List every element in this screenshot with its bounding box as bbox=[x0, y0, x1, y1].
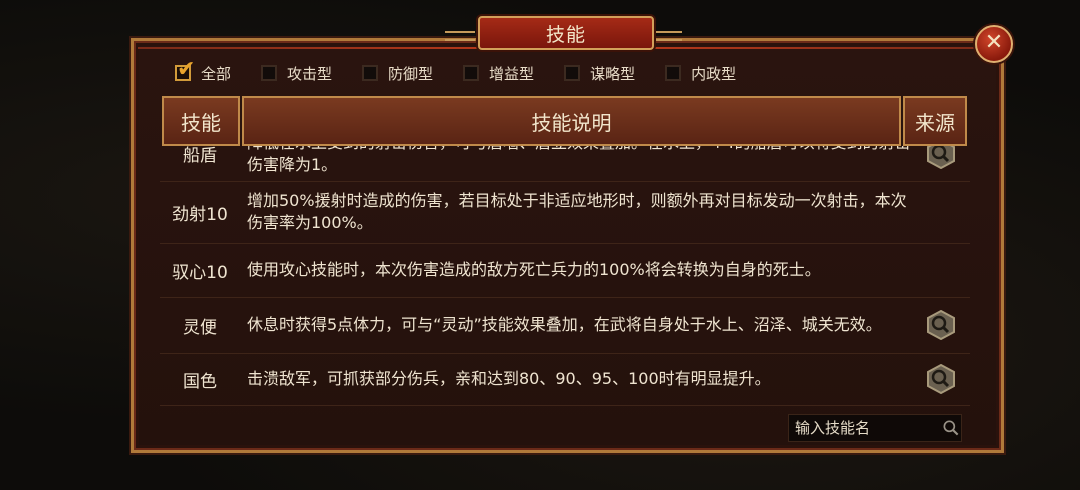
search-icon[interactable] bbox=[941, 416, 961, 440]
checkbox-domestic[interactable] bbox=[665, 65, 682, 81]
table-row: 国色 击溃敌军，可抓获部分伤兵，亲和达到80、90、95、100时有明显提升。 bbox=[160, 353, 970, 406]
skill-name: 灵便 bbox=[183, 317, 217, 338]
header-skill: 技能 bbox=[162, 96, 240, 146]
skill-name: 国色 bbox=[183, 371, 217, 392]
checkbox-attack[interactable] bbox=[261, 65, 278, 81]
table-row: 船盾 降低在水上受到的射击伤害，可与盾墙、盾立效果叠加。在水上，+4的船盾可以将… bbox=[160, 146, 970, 182]
title-ornament-left bbox=[445, 31, 475, 41]
filter-strategy[interactable]: 谋略型 bbox=[564, 63, 635, 84]
filter-bar: ✔ 全部 攻击型 防御型 增益型 谋略型 内政型 bbox=[175, 59, 766, 84]
skills-list[interactable]: 船盾 降低在水上受到的射击伤害，可与盾墙、盾立效果叠加。在水上，+4的船盾可以将… bbox=[160, 146, 970, 410]
magnifier-icon bbox=[927, 146, 955, 169]
checkbox-defense[interactable] bbox=[362, 65, 379, 81]
source-button[interactable] bbox=[926, 309, 956, 341]
skill-search-box bbox=[788, 414, 962, 442]
skill-description: 降低在水上受到的射击伤害，可与盾墙、盾立效果叠加。在水上，+4的船盾可以将受到的… bbox=[247, 146, 911, 174]
checkbox-strategy[interactable] bbox=[564, 65, 581, 81]
header-source: 来源 bbox=[903, 96, 967, 146]
source-button[interactable] bbox=[926, 363, 956, 395]
checkbox-all[interactable]: ✔ bbox=[175, 59, 195, 81]
filter-domestic[interactable]: 内政型 bbox=[665, 63, 736, 84]
dialog-title: 技能 bbox=[478, 16, 654, 50]
magnifier-icon bbox=[927, 309, 955, 341]
checkbox-buff[interactable] bbox=[463, 65, 480, 81]
filter-defense[interactable]: 防御型 bbox=[362, 63, 433, 84]
filter-buff[interactable]: 增益型 bbox=[463, 63, 534, 84]
table-row: 灵便 休息时获得5点体力，可与“灵动”技能效果叠加，在武将自身处于水上、沼泽、城… bbox=[160, 297, 970, 354]
title-ornament-right bbox=[652, 31, 682, 41]
table-row: 劲射10 增加50%援射时造成的伤害，若目标处于非适应地形时，则额外再对目标发动… bbox=[160, 181, 970, 244]
filter-all[interactable]: ✔ 全部 bbox=[175, 59, 232, 84]
skill-description: 使用攻心技能时，本次伤害造成的敌方死亡兵力的100%将会转换为自身的死士。 bbox=[247, 260, 821, 279]
search-input[interactable] bbox=[789, 418, 937, 438]
skill-name: 船盾 bbox=[183, 146, 217, 166]
filter-label: 增益型 bbox=[489, 64, 535, 83]
skill-description: 击溃敌军，可抓获部分伤兵，亲和达到80、90、95、100时有明显提升。 bbox=[247, 369, 771, 388]
filter-label: 全部 bbox=[201, 64, 232, 83]
table-row: 驭心10 使用攻心技能时，本次伤害造成的敌方死亡兵力的100%将会转换为自身的死… bbox=[160, 243, 970, 298]
close-button[interactable]: ✕ bbox=[975, 25, 1013, 63]
skill-description: 休息时获得5点体力，可与“灵动”技能效果叠加，在武将自身处于水上、沼泽、城关无效… bbox=[247, 315, 882, 334]
close-icon: ✕ bbox=[984, 30, 1004, 55]
filter-label: 攻击型 bbox=[287, 64, 333, 83]
filter-attack[interactable]: 攻击型 bbox=[261, 63, 332, 84]
check-icon: ✔ bbox=[177, 57, 196, 82]
source-button[interactable] bbox=[926, 146, 956, 169]
filter-label: 内政型 bbox=[691, 64, 737, 83]
skill-description: 增加50%援射时造成的伤害，若目标处于非适应地形时，则额外再对目标发动一次射击，… bbox=[247, 191, 907, 232]
magnifier-icon bbox=[927, 363, 955, 395]
filter-label: 谋略型 bbox=[590, 64, 636, 83]
filter-label: 防御型 bbox=[388, 64, 434, 83]
skill-name: 驭心10 bbox=[172, 262, 228, 283]
header-description: 技能说明 bbox=[242, 96, 901, 146]
skill-name: 劲射10 bbox=[172, 204, 228, 225]
